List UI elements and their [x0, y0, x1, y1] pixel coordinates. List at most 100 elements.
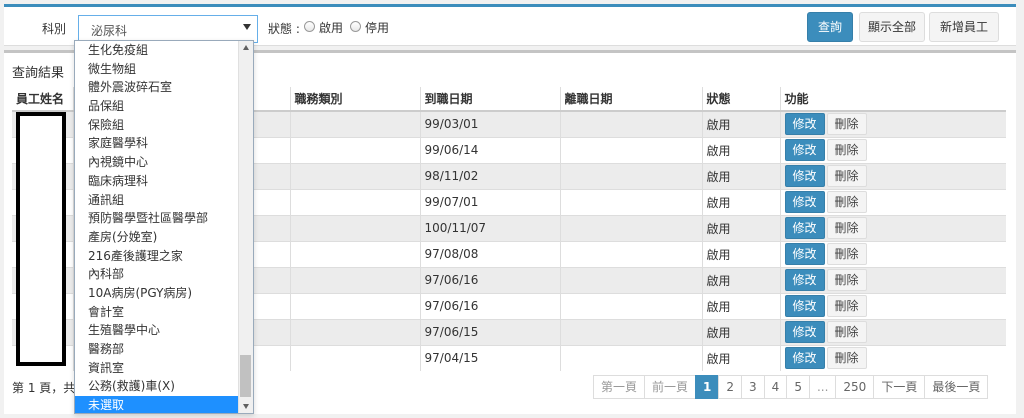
dropdown-option[interactable]: 保險組 — [75, 116, 239, 135]
cell-leave-date — [559, 214, 702, 241]
status-radio-active-label[interactable]: 啟用 — [319, 19, 343, 36]
col-job-type[interactable]: 職務類別 — [289, 87, 420, 112]
cell-status: 啟用 — [701, 188, 780, 215]
cell-leave-date — [559, 110, 702, 137]
dropdown-scrollbar[interactable] — [238, 41, 253, 413]
cell-status: 啟用 — [701, 344, 780, 371]
cell-job-type — [289, 188, 420, 215]
dropdown-option[interactable]: 未選取 — [75, 396, 239, 413]
scroll-up-arrow-icon[interactable] — [243, 45, 249, 50]
pager-page-5[interactable]: 5 — [786, 375, 810, 399]
col-hire-date[interactable]: 到職日期 — [419, 87, 560, 112]
cell-hire-date: 99/07/01 — [419, 188, 560, 215]
cell-job-type — [289, 136, 420, 163]
edit-button[interactable]: 修改 — [784, 295, 825, 317]
cell-leave-date — [559, 240, 702, 267]
redaction-box — [16, 112, 66, 366]
cell-leave-date — [559, 318, 702, 345]
cell-actions: 修改 刪除 — [779, 318, 1006, 345]
dept-select[interactable]: 泌尿科 — [78, 15, 258, 43]
cell-leave-date — [559, 344, 702, 371]
cell-status: 啟用 — [701, 136, 780, 163]
dropdown-option[interactable]: 生化免疫組 — [75, 41, 239, 60]
status-label: 狀態 : — [268, 22, 300, 36]
delete-button[interactable]: 刪除 — [826, 165, 867, 187]
dropdown-option[interactable]: 品保組 — [75, 97, 239, 116]
cell-leave-date — [559, 292, 702, 319]
dropdown-option[interactable]: 216產後護理之家 — [75, 247, 239, 266]
cell-status: 啟用 — [701, 266, 780, 293]
dropdown-option[interactable]: 臨床病理科 — [75, 172, 239, 191]
edit-button[interactable]: 修改 — [784, 347, 825, 370]
cell-actions: 修改 刪除 — [779, 214, 1006, 241]
delete-button[interactable]: 刪除 — [826, 217, 867, 239]
dropdown-option[interactable]: 內視鏡中心 — [75, 153, 239, 172]
delete-button[interactable]: 刪除 — [826, 347, 867, 370]
dropdown-option[interactable]: 體外震波碎石室 — [75, 78, 239, 97]
search-button[interactable]: 查詢 — [807, 12, 853, 42]
dropdown-option[interactable]: 10A病房(PGY病房) — [75, 284, 239, 303]
delete-button[interactable]: 刪除 — [826, 113, 867, 136]
dropdown-option[interactable]: 生殖醫學中心 — [75, 321, 239, 340]
delete-button[interactable]: 刪除 — [826, 295, 867, 317]
pager-ellipsis: ... — [808, 375, 837, 399]
dropdown-option[interactable]: 會計室 — [75, 303, 239, 322]
show-all-button[interactable]: 顯示全部 — [859, 12, 925, 42]
scroll-down-arrow-icon[interactable] — [243, 404, 249, 409]
pager-page-250[interactable]: 250 — [835, 375, 875, 399]
dropdown-option[interactable]: 微生物組 — [75, 60, 239, 79]
dropdown-option[interactable]: 產房(分娩室) — [75, 228, 239, 247]
edit-button[interactable]: 修改 — [784, 165, 825, 187]
dropdown-option[interactable]: 資訊室 — [75, 359, 239, 378]
edit-button[interactable]: 修改 — [784, 321, 825, 343]
cell-hire-date: 97/06/16 — [419, 292, 560, 319]
delete-button[interactable]: 刪除 — [826, 321, 867, 343]
pager-page-4[interactable]: 4 — [763, 375, 788, 399]
delete-button[interactable]: 刪除 — [826, 269, 867, 291]
status-radio-inactive[interactable] — [350, 21, 361, 32]
delete-button[interactable]: 刪除 — [826, 139, 867, 161]
dropdown-option[interactable]: 內科部 — [75, 265, 239, 284]
pager-page-1[interactable]: 1 — [695, 375, 720, 399]
cell-status: 啟用 — [701, 110, 780, 137]
cell-job-type — [289, 344, 420, 371]
edit-button[interactable]: 修改 — [784, 217, 825, 239]
dropdown-option[interactable]: 預防醫學暨社區醫學部 — [75, 209, 239, 228]
edit-button[interactable]: 修改 — [784, 269, 825, 291]
edit-button[interactable]: 修改 — [784, 113, 825, 136]
pager-last[interactable]: 最後一頁 — [924, 375, 989, 399]
dropdown-option[interactable]: 公務(救護)車(X) — [75, 377, 239, 396]
dropdown-option[interactable]: 醫務部 — [75, 340, 239, 359]
status-radio-active[interactable] — [304, 21, 315, 32]
pager-page-3[interactable]: 3 — [741, 375, 765, 399]
scrollbar-thumb[interactable] — [240, 355, 251, 397]
status-radio-inactive-label[interactable]: 停用 — [365, 19, 389, 36]
pager-first[interactable]: 第一頁 — [593, 375, 646, 399]
edit-button[interactable]: 修改 — [784, 191, 825, 213]
col-leave-date[interactable]: 離職日期 — [559, 87, 702, 112]
edit-button[interactable]: 修改 — [784, 243, 825, 265]
chevron-down-icon — [243, 24, 251, 30]
results-title: 查詢結果 — [12, 66, 65, 81]
edit-button[interactable]: 修改 — [784, 139, 825, 161]
page-info: 第 1 頁，共 — [12, 381, 76, 395]
cell-job-type — [289, 162, 420, 189]
col-actions: 功能 — [779, 87, 1006, 112]
add-employee-button[interactable]: 新增員工 — [929, 12, 999, 42]
pager-prev[interactable]: 前一頁 — [644, 375, 697, 399]
delete-button[interactable]: 刪除 — [826, 243, 867, 265]
cell-actions: 修改 刪除 — [779, 162, 1006, 189]
dept-dropdown-list[interactable]: 生化免疫組 微生物組 體外震波碎石室 品保組 保險組 家庭醫學科 內視鏡中心 臨床病理科 通訊組… — [74, 40, 254, 414]
cell-hire-date: 100/11/07 — [419, 214, 560, 241]
cell-hire-date: 99/03/01 — [419, 110, 560, 137]
col-status[interactable]: 狀態 — [701, 87, 780, 112]
cell-status: 啟用 — [701, 214, 780, 241]
pager-page-2[interactable]: 2 — [718, 375, 743, 399]
cell-leave-date — [559, 136, 702, 163]
pager-next[interactable]: 下一頁 — [873, 375, 926, 399]
col-employee-name[interactable]: 員工姓名 — [12, 87, 73, 112]
dropdown-option[interactable]: 通訊組 — [75, 191, 239, 210]
delete-button[interactable]: 刪除 — [826, 191, 867, 213]
cell-hire-date: 99/06/14 — [419, 136, 560, 163]
dropdown-option[interactable]: 家庭醫學科 — [75, 134, 239, 153]
